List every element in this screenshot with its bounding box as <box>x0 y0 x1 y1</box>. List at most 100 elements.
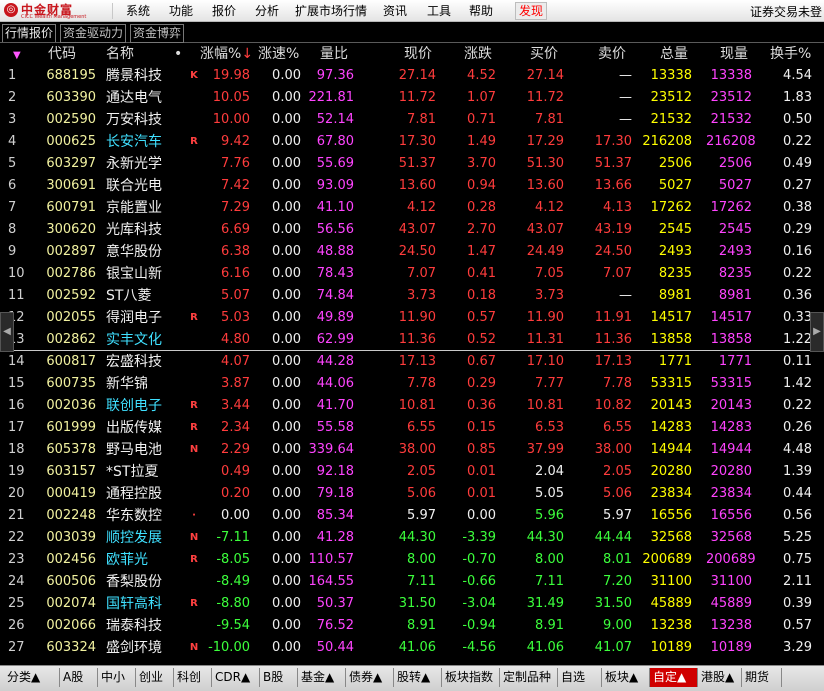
stock-name: 宏盛科技 <box>106 354 162 370</box>
right-scroll-arrow-icon[interactable]: ▶ <box>810 312 824 352</box>
speed: 0.00 <box>272 354 301 369</box>
menu-news[interactable]: 资讯 <box>383 3 407 19</box>
table-row[interactable]: 8 300620 光库科技 6.69 0.00 56.56 43.07 2.70 43.07 43… <box>0 219 824 241</box>
table-row[interactable]: 26 002066 瑞泰科技 -9.54 0.00 76.52 8.91 -0.94 8.91 9… <box>0 615 824 637</box>
speed: 0.00 <box>272 244 301 259</box>
table-row[interactable]: 14 600817 宏盛科技 4.07 0.00 44.28 17.13 0.67 17.10 1… <box>0 351 824 373</box>
speed: 0.00 <box>272 156 301 171</box>
column-ask[interactable]: 卖价 <box>598 46 626 62</box>
column-change[interactable]: 涨跌 <box>464 46 492 62</box>
table-row[interactable]: 4 000625 长安汽车 R 9.42 0.00 67.80 17.30 1.49 17.29 1… <box>0 131 824 153</box>
bottom-tab[interactable]: 自定▲ <box>650 668 698 687</box>
stock-code: 603297 <box>46 156 96 171</box>
bottom-tab[interactable]: 期货 <box>742 668 782 687</box>
table-row[interactable]: 15 600735 新华锦 3.87 0.00 44.06 7.78 0.29 7.77 7.78… <box>0 373 824 395</box>
table-row[interactable]: 17 601999 出版传媒 R 2.34 0.00 55.58 6.55 0.15 6.53 6.… <box>0 417 824 439</box>
table-row[interactable]: 22 003039 顺控发展 N -7.11 0.00 41.28 44.30 -3.39 44.… <box>0 527 824 549</box>
column-current-volume[interactable]: 现量 <box>720 46 748 62</box>
table-row[interactable]: 16 002036 联创电子 R 3.44 0.00 41.70 10.81 0.36 10.81… <box>0 395 824 417</box>
bottom-tab[interactable]: 板块指数 <box>442 668 500 687</box>
menu-discover[interactable]: 发现 <box>515 2 548 20</box>
table-row[interactable]: 13 002862 实丰文化 4.80 0.00 62.99 11.36 0.52 11.31 1… <box>0 329 824 351</box>
bottom-tab[interactable]: 中小 <box>98 668 136 687</box>
bottom-tab[interactable]: 股转▲ <box>394 668 442 687</box>
column-name[interactable]: 名称 <box>106 46 134 62</box>
stock-name: 长安汽车 <box>106 134 162 150</box>
stock-code: 600506 <box>46 574 96 589</box>
table-row[interactable]: 3 002590 万安科技 10.00 0.00 52.14 7.81 0.71 7.81 — 21… <box>0 109 824 131</box>
table-row[interactable]: 20 000419 通程控股 0.20 0.00 79.18 5.06 0.01 5.05 5.0… <box>0 483 824 505</box>
price: 31.50 <box>398 596 436 611</box>
row-index: 8 <box>8 222 17 237</box>
column-code[interactable]: 代码 <box>48 46 76 62</box>
table-row[interactable]: 18 605378 野马电池 N 2.29 0.00 339.64 38.00 0.85 37.9… <box>0 439 824 461</box>
turnover: 0.57 <box>783 618 812 633</box>
column-pct-change[interactable]: 涨幅%↓ <box>200 46 253 62</box>
row-index: 24 <box>8 574 25 589</box>
menu-quote[interactable]: 报价 <box>212 3 236 19</box>
bottom-tab[interactable]: 自选 <box>558 668 602 687</box>
ask-price: 51.37 <box>594 156 632 171</box>
table-row[interactable]: 1 688195 腾景科技 K 19.98 0.00 97.36 27.14 4.52 27.14… <box>0 65 824 87</box>
trade-login-status[interactable]: 证券交易未登 <box>750 3 822 20</box>
table-row[interactable]: 6 300691 联合光电 7.42 0.00 93.09 13.60 0.94 13.60 13… <box>0 175 824 197</box>
tab-quote-list[interactable]: 行情报价 <box>2 24 57 42</box>
pct-change: 3.87 <box>221 376 250 391</box>
speed: 0.00 <box>272 398 301 413</box>
pct-change: 10.05 <box>212 90 250 105</box>
turnover: 4.48 <box>783 442 812 457</box>
bottom-tab[interactable]: B股 <box>260 668 298 687</box>
tab-fund-driver[interactable]: 资金驱动力 <box>60 24 127 43</box>
table-row[interactable]: 24 600506 香梨股份 -8.49 0.00 164.55 7.11 -0.66 7.11… <box>0 571 824 593</box>
menu-function[interactable]: 功能 <box>169 3 193 19</box>
stock-name: 野马电池 <box>106 442 162 458</box>
bottom-tab[interactable]: 板块▲ <box>602 668 650 687</box>
current-volume: 13858 <box>710 332 752 347</box>
table-row[interactable]: 10 002786 银宝山新 6.16 0.00 78.43 7.07 0.41 7.05 7.0… <box>0 263 824 285</box>
menu-system[interactable]: 系统 <box>126 3 150 19</box>
bottom-tab[interactable]: CDR▲ <box>212 668 260 687</box>
table-row[interactable]: 7 600791 京能置业 7.29 0.00 41.10 4.12 0.28 4.12 4.13… <box>0 197 824 219</box>
table-row[interactable]: 25 002074 国轩高科 R -8.80 0.00 50.37 31.50 -3.04 31.… <box>0 593 824 615</box>
menu-analysis[interactable]: 分析 <box>255 3 279 19</box>
column-turnover[interactable]: 换手% <box>770 46 811 62</box>
table-row[interactable]: 5 603297 永新光学 7.76 0.00 55.69 51.37 3.70 51.30 51… <box>0 153 824 175</box>
table-row[interactable]: 19 603157 *ST拉夏 0.49 0.00 92.18 2.05 0.01 2.04 2.… <box>0 461 824 483</box>
menu-extended-market[interactable]: 扩展市场行情 <box>295 3 367 19</box>
bottom-tab[interactable]: 创业 <box>136 668 174 687</box>
table-row[interactable]: 23 002456 欧菲光 R -8.05 0.00 110.57 8.00 -0.70 8.00… <box>0 549 824 571</box>
pct-change: 0.00 <box>221 508 250 523</box>
bottom-tab[interactable]: 港股▲ <box>698 668 742 687</box>
tab-fund-game[interactable]: 资金博弈 <box>130 24 185 43</box>
change: 0.71 <box>467 112 496 127</box>
column-price[interactable]: 现价 <box>404 46 432 62</box>
bottom-tab[interactable]: 基金▲ <box>298 668 346 687</box>
bottom-tab[interactable]: 债券▲ <box>346 668 394 687</box>
bottom-tab[interactable]: 定制品种 <box>500 668 558 687</box>
bottom-tab[interactable]: 分类▲ <box>4 668 60 687</box>
column-menu-icon[interactable]: ▼ <box>13 48 21 64</box>
bid-price: 43.07 <box>526 222 564 237</box>
column-bid[interactable]: 买价 <box>530 46 558 62</box>
total-volume: 5027 <box>658 178 692 193</box>
column-volume[interactable]: 总量 <box>660 46 688 62</box>
table-row[interactable]: 21 002248 华东数控 · 0.00 0.00 85.34 5.97 0.00 5.96 5.… <box>0 505 824 527</box>
total-volume: 8981 <box>658 288 692 303</box>
menubar: ◎ 中金财富 CICC Wealth Management 系统 功能 报价 分… <box>0 0 824 22</box>
menu-tools[interactable]: 工具 <box>427 3 451 19</box>
bottom-tab[interactable]: A股 <box>60 668 98 687</box>
left-scroll-arrow-icon[interactable]: ◀ <box>0 312 14 352</box>
table-row[interactable]: 9 002897 意华股份 6.38 0.00 48.88 24.50 1.47 24.49 24… <box>0 241 824 263</box>
table-row[interactable]: 11 002592 ST八菱 5.07 0.00 74.84 3.73 0.18 3.73 — 89… <box>0 285 824 307</box>
column-volume-ratio[interactable]: 量比 <box>320 46 348 62</box>
bottom-tab[interactable]: 科创 <box>174 668 212 687</box>
column-speed[interactable]: 涨速% <box>258 46 299 62</box>
menu-help[interactable]: 帮助 <box>469 3 493 19</box>
current-volume: 10189 <box>710 640 752 655</box>
table-row[interactable]: 2 603390 通达电气 10.05 0.00 221.81 11.72 1.07 11.72… <box>0 87 824 109</box>
table-row[interactable]: 27 603324 盛剑环境 N -10.00 0.00 50.44 41.06 -4.56 41… <box>0 637 824 659</box>
stock-code: 000419 <box>46 486 96 501</box>
pct-change: 6.38 <box>221 244 250 259</box>
table-row[interactable]: 12 002055 得润电子 R 5.03 0.00 49.89 11.90 0.57 11.90… <box>0 307 824 329</box>
current-volume: 13238 <box>710 618 752 633</box>
